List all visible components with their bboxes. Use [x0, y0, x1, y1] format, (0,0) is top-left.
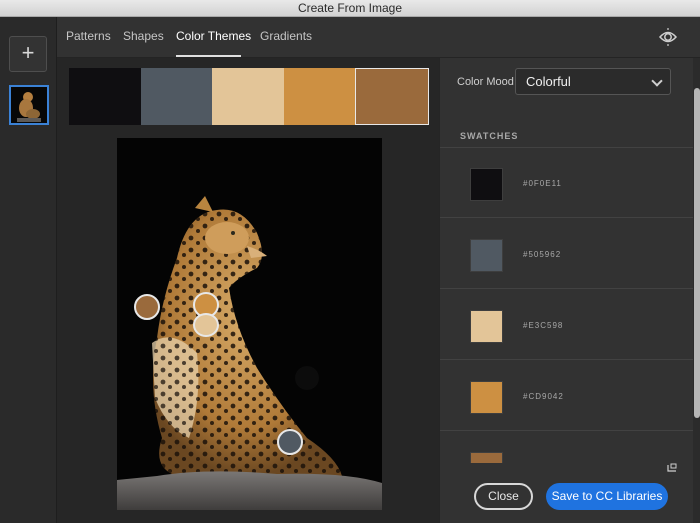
- swatch-color[interactable]: [470, 239, 503, 272]
- color-mood-label: Color Mood: [457, 76, 514, 88]
- swatch-hex[interactable]: #E3C598: [523, 321, 563, 330]
- swatch-row[interactable]: #CD9042: [440, 361, 693, 431]
- color-picker-2[interactable]: [277, 429, 303, 455]
- create-from-image-window: Create From Image + Patterns Shapes Colo…: [0, 0, 700, 523]
- color-theme-strip: [69, 68, 429, 125]
- theme-swatch-3[interactable]: [212, 68, 284, 125]
- scrollbar-thumb[interactable]: [694, 88, 700, 418]
- theme-swatch-4[interactable]: [283, 68, 356, 125]
- swatches-scrollbar[interactable]: [693, 58, 700, 523]
- swatches-header: SWATCHES: [460, 131, 519, 141]
- swatch-color[interactable]: [470, 381, 503, 414]
- tab-patterns[interactable]: Patterns: [66, 29, 111, 43]
- swatch-row[interactable]: #0F0E11: [440, 148, 693, 218]
- save-to-cc-libraries-button[interactable]: Save to CC Libraries: [546, 483, 668, 510]
- swatch-row[interactable]: #E3C598: [440, 290, 693, 360]
- close-button[interactable]: Close: [474, 483, 533, 510]
- swatch-hex[interactable]: #505962: [523, 250, 561, 259]
- window-title: Create From Image: [0, 0, 700, 17]
- main-canvas-panel: [57, 58, 439, 523]
- add-image-button[interactable]: +: [9, 36, 47, 72]
- tab-color-themes[interactable]: Color Themes: [176, 29, 251, 43]
- resize-icon[interactable]: [666, 463, 678, 473]
- chevron-down-icon: [651, 75, 663, 87]
- leopard-image: [117, 138, 382, 510]
- color-picker-3[interactable]: [193, 313, 219, 337]
- swatch-hex[interactable]: #0F0E11: [523, 179, 562, 188]
- color-picker-5[interactable]: [134, 294, 160, 320]
- image-sidebar: +: [0, 17, 57, 523]
- settings-panel: Color Mood Colorful SWATCHES #0F0E11 #50…: [439, 58, 700, 523]
- swatch-color[interactable]: [470, 168, 503, 201]
- color-mood-value: Colorful: [526, 74, 571, 89]
- tab-gradients[interactable]: Gradients: [260, 29, 312, 43]
- leopard-thumbnail-icon: [11, 87, 47, 123]
- theme-swatch-2[interactable]: [140, 68, 213, 125]
- swatch-color[interactable]: [470, 452, 503, 463]
- eye-icon[interactable]: [657, 27, 679, 47]
- dialog-footer: Close Save to CC Libraries: [440, 463, 693, 523]
- color-mood-select[interactable]: Colorful: [515, 68, 671, 95]
- swatch-row[interactable]: #9A6A3C: [440, 432, 693, 463]
- theme-swatch-5[interactable]: [355, 68, 429, 125]
- mode-tabs: Patterns Shapes Color Themes Gradients: [57, 17, 700, 58]
- source-image: [117, 138, 382, 510]
- swatch-row[interactable]: #505962: [440, 219, 693, 289]
- tab-shapes[interactable]: Shapes: [123, 29, 164, 43]
- swatch-hex[interactable]: #CD9042: [523, 392, 564, 401]
- theme-swatch-1[interactable]: [69, 68, 141, 125]
- active-tab-indicator: [176, 55, 241, 57]
- image-thumbnail[interactable]: [9, 85, 49, 125]
- swatch-color[interactable]: [470, 310, 503, 343]
